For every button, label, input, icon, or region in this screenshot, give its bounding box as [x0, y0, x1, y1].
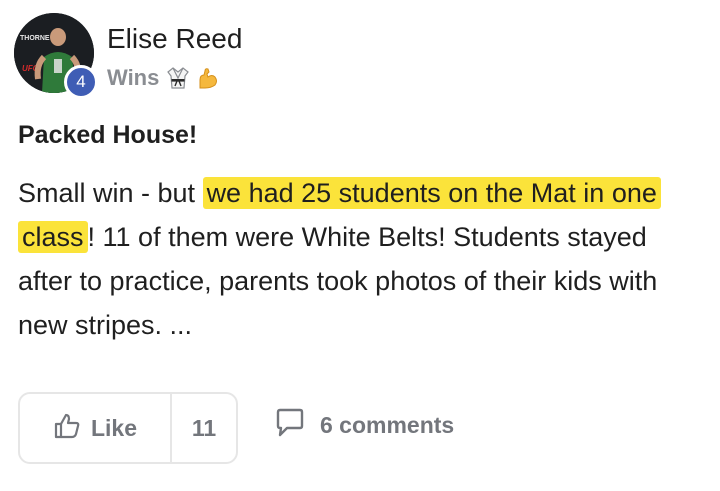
- post-title: Packed House!: [18, 121, 198, 149]
- martial-arts-uniform-icon: [167, 66, 190, 90]
- like-reaction-box: Like 11: [18, 392, 238, 464]
- post-body-text: Small win - but: [18, 178, 203, 208]
- level-badge: 4: [64, 65, 98, 99]
- author-avatar-wrapper[interactable]: THORNE UFC 4: [14, 13, 102, 101]
- avatar-sponsor-text: THORNE: [20, 35, 50, 42]
- comments-button[interactable]: 6 comments: [274, 408, 454, 443]
- like-label: Like: [90, 414, 138, 441]
- comments-count-label: 6 comments: [320, 412, 455, 438]
- flexed-biceps-icon: [197, 66, 219, 90]
- category-label[interactable]: Wins: [107, 63, 159, 93]
- author-name[interactable]: Elise Reed: [107, 22, 242, 56]
- like-button[interactable]: Like: [20, 394, 172, 462]
- like-count[interactable]: 11: [172, 394, 236, 462]
- post-body[interactable]: Small win - but we had 25 students on th…: [18, 171, 708, 347]
- post-meta: Wins: [107, 63, 219, 93]
- comment-bubble-icon: [274, 408, 306, 443]
- thumbs-up-icon: [53, 412, 81, 445]
- post-body-text-continued: ! 11 of them were White Belts! Students …: [18, 222, 658, 340]
